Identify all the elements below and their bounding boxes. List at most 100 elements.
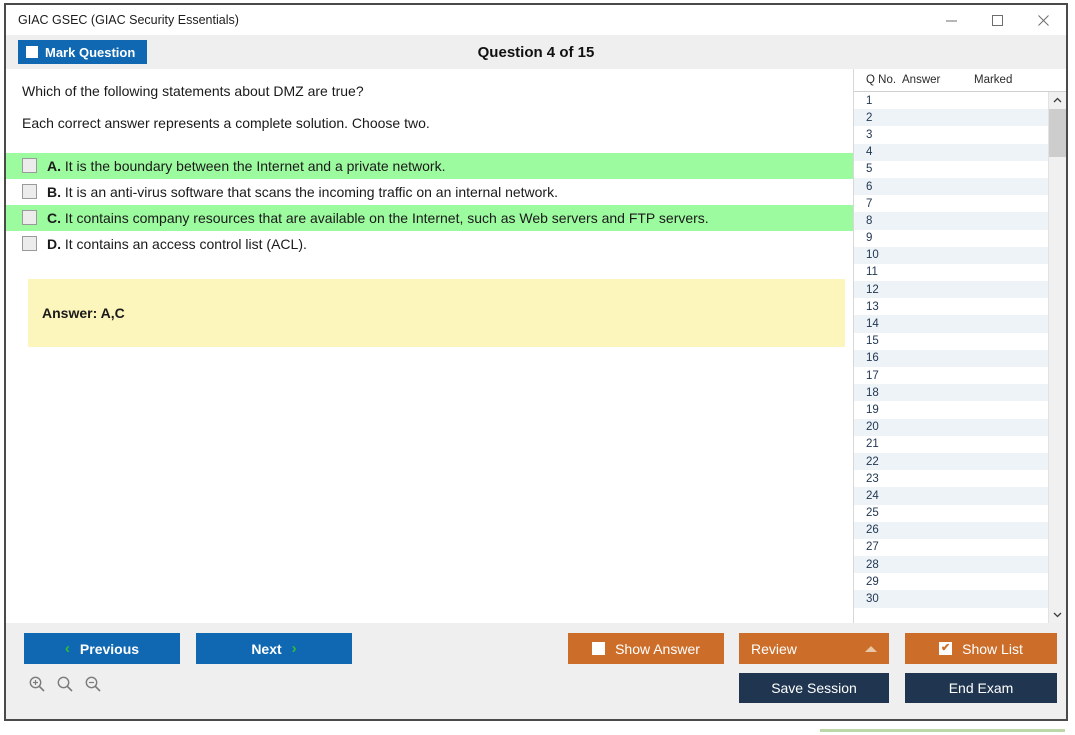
scrollbar-track[interactable] [1049,109,1066,606]
question-list-row[interactable]: 11 [854,263,1048,282]
row-question-number: 30 [866,593,879,606]
option-text-a: A. It is the boundary between the Intern… [47,157,459,175]
review-dropdown-button[interactable]: Review [739,633,889,664]
row-question-number: 17 [866,369,879,382]
row-question-number: 16 [866,352,879,365]
question-rows: 1 2 3 4 5 6 7 8 9 10 11 12 13 14 15 16 17 18 19 20 21 22 23 24 2… [854,92,1048,623]
zoom-icon[interactable] [56,675,74,693]
row-question-number: 7 [866,197,873,210]
question-list-row[interactable]: 16 [854,349,1048,367]
row-question-number: 10 [866,249,879,262]
previous-button-inner: ‹ Previous [65,640,139,657]
maximize-button[interactable] [974,6,1020,34]
option-row[interactable]: B. It is an anti-virus software that sca… [6,179,853,205]
scroll-down-button[interactable] [1049,606,1066,623]
question-list-row[interactable]: 29 [854,573,1048,591]
question-list-row[interactable]: 6 [854,177,1048,196]
option-letter-a: A. [47,158,61,174]
zoom-out-icon[interactable] [84,675,102,693]
show-list-button[interactable]: ✔ Show List [905,633,1057,664]
row-question-number: 6 [866,180,873,193]
exam-window: GIAC GSEC (GIAC Security Essentials) Mar… [4,3,1068,721]
bottom-accent-strip [820,729,1065,732]
question-list-row[interactable]: 2 [854,109,1048,127]
question-list-row[interactable]: 3 [854,126,1048,144]
close-icon [1037,14,1050,27]
option-letter-d: D. [47,236,61,252]
row-question-number: 29 [866,575,879,588]
question-list-row[interactable]: 21 [854,435,1048,453]
minimize-button[interactable] [928,6,974,34]
save-session-label: Save Session [771,680,857,696]
question-list-row[interactable]: 18 [854,384,1048,402]
row-question-number: 15 [866,335,879,348]
question-list-row[interactable]: 30 [854,590,1048,608]
option-text-c: C. It contains company resources that ar… [47,209,723,227]
chevron-up-icon [1053,92,1062,110]
option-checkbox-d[interactable] [22,236,37,251]
zoom-in-icon[interactable] [28,675,46,693]
option-body-b: It is an anti-virus software that scans … [64,184,558,200]
row-question-number: 4 [866,146,873,159]
show-answer-button[interactable]: Show Answer [568,633,724,664]
question-list-row[interactable]: 27 [854,538,1048,557]
option-checkbox-a[interactable] [22,158,37,173]
previous-button[interactable]: ‹ Previous [24,633,180,664]
maximize-icon [991,14,1004,27]
question-list-row[interactable]: 9 [854,229,1048,247]
show-list-label: Show List [962,640,1023,657]
save-session-button[interactable]: Save Session [739,673,889,703]
question-list-row[interactable]: 5 [854,160,1048,178]
row-question-number: 13 [866,300,879,313]
question-list-body: 1 2 3 4 5 6 7 8 9 10 11 12 13 14 15 16 17 18 19 20 21 22 23 24 2… [854,92,1066,623]
next-button-inner: Next › [251,640,296,657]
question-list-row[interactable]: 13 [854,298,1048,316]
question-pane: Which of the following statements about … [6,69,853,623]
question-list-row[interactable]: 19 [854,401,1048,419]
question-list-row[interactable]: 20 [854,418,1048,436]
row-question-number: 26 [866,524,879,537]
zoom-controls [28,675,102,693]
question-list-row[interactable]: 15 [854,332,1048,350]
option-row[interactable]: D. It contains an access control list (A… [6,231,853,257]
minimize-icon [945,14,958,27]
question-counter-title: Question 4 of 15 [477,43,595,61]
question-list-row[interactable]: 1 [854,92,1048,110]
option-row[interactable]: C. It contains company resources that ar… [6,205,853,231]
question-list-row[interactable]: 23 [854,470,1048,488]
mark-question-button[interactable]: Mark Question [18,40,148,64]
options-list: A. It is the boundary between the Intern… [6,153,853,257]
scrollbar-thumb[interactable] [1049,109,1066,157]
column-header-marked: Marked [974,74,1013,86]
close-button[interactable] [1020,6,1066,34]
question-list-row[interactable]: 24 [854,487,1048,505]
show-list-checkbox-icon: ✔ [939,642,953,655]
question-list-row[interactable]: 4 [854,143,1048,161]
row-question-number: 18 [866,386,879,399]
question-list-row[interactable]: 7 [854,195,1048,213]
next-button[interactable]: Next › [196,633,352,664]
option-checkbox-c[interactable] [22,210,37,225]
row-question-number: 8 [866,214,873,227]
option-letter-b: B. [47,184,61,200]
question-list-row[interactable]: 8 [854,212,1048,230]
question-list-row[interactable]: 26 [854,521,1048,539]
question-list-row[interactable]: 25 [854,504,1048,522]
question-header-bar: Mark Question Question 4 of 15 [6,35,1066,69]
option-letter-c: C. [47,210,61,226]
option-row[interactable]: A. It is the boundary between the Intern… [6,153,853,179]
question-list-row[interactable]: 17 [854,367,1048,385]
question-list-row[interactable]: 28 [854,556,1048,574]
question-list-scrollbar[interactable] [1048,92,1066,623]
end-exam-button[interactable]: End Exam [905,673,1057,703]
scroll-up-button[interactable] [1049,92,1066,109]
question-list-row[interactable]: 14 [854,315,1048,333]
option-checkbox-b[interactable] [22,184,37,199]
row-question-number: 27 [866,541,879,554]
question-list-row[interactable]: 10 [854,246,1048,264]
question-list-row[interactable]: 22 [854,452,1048,471]
option-text-d: D. It contains an access control list (A… [47,235,321,253]
row-question-number: 23 [866,472,879,485]
row-question-number: 5 [866,163,873,176]
question-list-row[interactable]: 12 [854,281,1048,299]
